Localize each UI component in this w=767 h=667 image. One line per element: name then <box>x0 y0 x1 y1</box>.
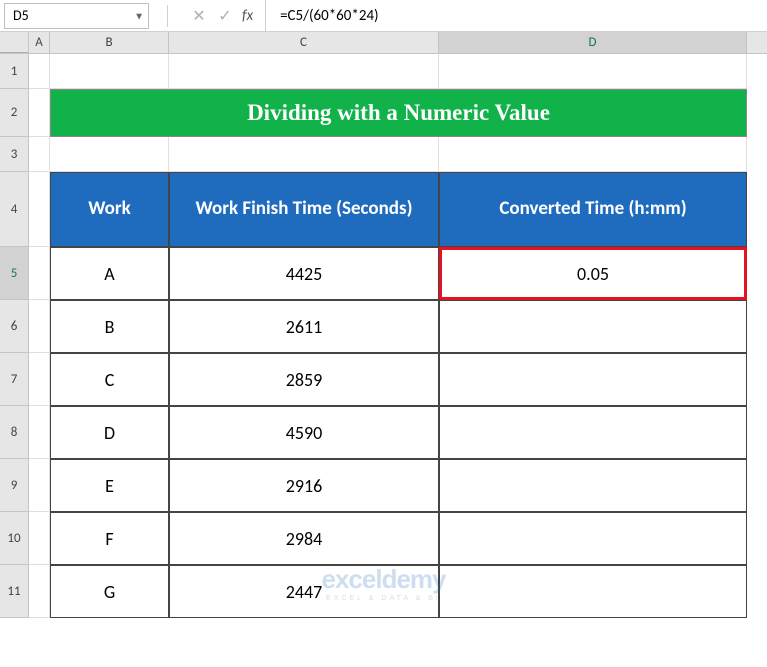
row-header-11[interactable]: 11 <box>0 565 29 618</box>
formula-input[interactable] <box>274 3 767 29</box>
row-header-10[interactable]: 10 <box>0 512 29 565</box>
chevron-down-icon[interactable]: ▼ <box>134 9 144 22</box>
header-work[interactable]: Work <box>50 172 169 247</box>
cell-converted-0[interactable]: 0.05 <box>439 247 747 300</box>
cell-seconds-4[interactable]: 2916 <box>169 459 439 512</box>
cell-seconds-2[interactable]: 2859 <box>169 353 439 406</box>
cell-converted-5[interactable] <box>439 512 747 565</box>
row-header-2[interactable]: 2 <box>0 89 29 137</box>
cell-D1[interactable] <box>439 54 747 89</box>
cell-A10[interactable] <box>29 512 50 565</box>
row-5: 5 A 4425 0.05 <box>0 247 767 300</box>
spreadsheet-grid: A B C D 1 2 Dividing with a Numeric Valu… <box>0 32 767 618</box>
col-header-D[interactable]: D <box>439 32 747 53</box>
cell-A1[interactable] <box>29 54 50 89</box>
cell-A2[interactable] <box>29 89 50 137</box>
formula-bar: D5 ▼ ✕ ✓ fx <box>0 0 767 32</box>
header-finish[interactable]: Work Finish Time (Seconds) <box>169 172 439 247</box>
cell-A6[interactable] <box>29 300 50 353</box>
cell-work-5[interactable]: F <box>50 512 169 565</box>
cell-A8[interactable] <box>29 406 50 459</box>
row-header-7[interactable]: 7 <box>0 353 29 406</box>
separator <box>167 5 168 27</box>
row-header-6[interactable]: 6 <box>0 300 29 353</box>
row-9: 9 E 2916 <box>0 459 767 512</box>
row-header-8[interactable]: 8 <box>0 406 29 459</box>
cell-converted-6[interactable] <box>439 565 747 618</box>
title-cell[interactable]: Dividing with a Numeric Value <box>50 89 747 137</box>
cell-converted-1[interactable] <box>439 300 747 353</box>
cell-B1[interactable] <box>50 54 169 89</box>
cell-work-6[interactable]: G <box>50 565 169 618</box>
cell-A3[interactable] <box>29 137 50 172</box>
formula-input-wrap <box>265 0 767 31</box>
cell-seconds-6[interactable]: 2447 <box>169 565 439 618</box>
cell-A11[interactable] <box>29 565 50 618</box>
cell-work-3[interactable]: D <box>50 406 169 459</box>
row-header-3[interactable]: 3 <box>0 137 29 172</box>
col-header-B[interactable]: B <box>50 32 169 53</box>
cell-A4[interactable] <box>29 172 50 247</box>
cell-A5[interactable] <box>29 247 50 300</box>
row-1: 1 <box>0 54 767 89</box>
row-2: 2 Dividing with a Numeric Value <box>0 89 767 137</box>
check-icon[interactable]: ✓ <box>212 3 238 29</box>
cell-A9[interactable] <box>29 459 50 512</box>
name-box[interactable]: D5 ▼ <box>4 3 149 29</box>
row-header-5[interactable]: 5 <box>0 247 29 300</box>
header-converted[interactable]: Converted Time (h:mm) <box>439 172 747 247</box>
cell-seconds-0[interactable]: 4425 <box>169 247 439 300</box>
name-box-value: D5 <box>13 7 29 24</box>
row-10: 10 F 2984 <box>0 512 767 565</box>
cell-work-2[interactable]: C <box>50 353 169 406</box>
row-3: 3 <box>0 137 767 172</box>
col-header-A[interactable]: A <box>29 32 50 53</box>
select-all-corner[interactable] <box>0 32 29 53</box>
col-header-C[interactable]: C <box>169 32 439 53</box>
cell-work-1[interactable]: B <box>50 300 169 353</box>
column-headers: A B C D <box>0 32 767 54</box>
cancel-icon[interactable]: ✕ <box>186 3 212 29</box>
cell-C1[interactable] <box>169 54 439 89</box>
cell-seconds-1[interactable]: 2611 <box>169 300 439 353</box>
row-4: 4 Work Work Finish Time (Seconds) Conver… <box>0 172 767 247</box>
row-header-9[interactable]: 9 <box>0 459 29 512</box>
row-11: 11 G 2447 <box>0 565 767 618</box>
cell-work-0[interactable]: A <box>50 247 169 300</box>
cell-converted-4[interactable] <box>439 459 747 512</box>
row-7: 7 C 2859 <box>0 353 767 406</box>
row-header-1[interactable]: 1 <box>0 54 29 89</box>
row-header-4[interactable]: 4 <box>0 172 29 247</box>
row-6: 6 B 2611 <box>0 300 767 353</box>
fx-icon[interactable]: fx <box>242 7 253 25</box>
cell-converted-3[interactable] <box>439 406 747 459</box>
cell-B3[interactable] <box>50 137 169 172</box>
cell-converted-2[interactable] <box>439 353 747 406</box>
cell-C3[interactable] <box>169 137 439 172</box>
cell-seconds-5[interactable]: 2984 <box>169 512 439 565</box>
cell-work-4[interactable]: E <box>50 459 169 512</box>
cell-A7[interactable] <box>29 353 50 406</box>
row-8: 8 D 4590 <box>0 406 767 459</box>
cell-D3[interactable] <box>439 137 747 172</box>
cell-seconds-3[interactable]: 4590 <box>169 406 439 459</box>
